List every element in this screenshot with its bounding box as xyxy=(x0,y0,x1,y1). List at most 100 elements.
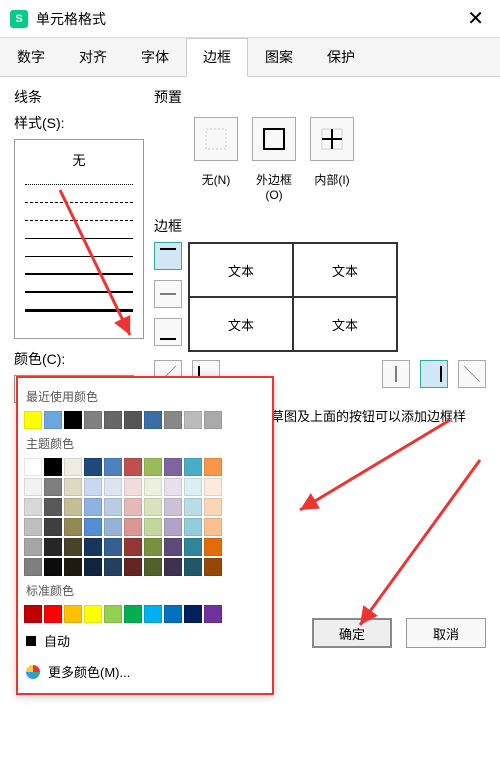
color-swatch[interactable] xyxy=(124,538,142,556)
color-swatch[interactable] xyxy=(184,558,202,576)
border-hmid-button[interactable] xyxy=(154,280,182,308)
color-swatch[interactable] xyxy=(24,498,42,516)
color-swatch[interactable] xyxy=(84,478,102,496)
color-swatch[interactable] xyxy=(124,478,142,496)
tab-font[interactable]: 字体 xyxy=(124,38,186,76)
color-swatch[interactable] xyxy=(24,411,42,429)
tab-align[interactable]: 对齐 xyxy=(62,38,124,76)
color-swatch[interactable] xyxy=(84,458,102,476)
color-swatch[interactable] xyxy=(144,518,162,536)
color-swatch[interactable] xyxy=(164,605,182,623)
ok-button[interactable]: 确定 xyxy=(312,618,392,648)
color-swatch[interactable] xyxy=(24,518,42,536)
color-swatch[interactable] xyxy=(64,478,82,496)
border-diag2-button[interactable] xyxy=(458,360,486,388)
color-swatch[interactable] xyxy=(204,518,222,536)
color-swatch[interactable] xyxy=(124,518,142,536)
color-swatch[interactable] xyxy=(84,538,102,556)
color-swatch[interactable] xyxy=(184,538,202,556)
color-swatch[interactable] xyxy=(64,605,82,623)
color-swatch[interactable] xyxy=(204,498,222,516)
color-swatch[interactable] xyxy=(204,558,222,576)
color-swatch[interactable] xyxy=(64,518,82,536)
color-swatch[interactable] xyxy=(64,458,82,476)
style-line-item[interactable] xyxy=(19,284,139,300)
close-button[interactable]: ✕ xyxy=(461,6,490,31)
color-swatch[interactable] xyxy=(24,605,42,623)
color-swatch[interactable] xyxy=(64,558,82,576)
style-none[interactable]: 无 xyxy=(19,144,139,174)
color-swatch[interactable] xyxy=(84,411,102,429)
more-colors-item[interactable]: 更多颜色(M)... xyxy=(24,656,266,687)
color-swatch[interactable] xyxy=(64,538,82,556)
color-swatch[interactable] xyxy=(164,411,182,429)
color-swatch[interactable] xyxy=(164,558,182,576)
auto-color-item[interactable]: 自动 xyxy=(24,625,266,656)
border-right-button[interactable] xyxy=(420,360,448,388)
color-swatch[interactable] xyxy=(124,605,142,623)
color-swatch[interactable] xyxy=(184,478,202,496)
color-swatch[interactable] xyxy=(44,478,62,496)
color-swatch[interactable] xyxy=(144,538,162,556)
color-swatch[interactable] xyxy=(124,458,142,476)
color-swatch[interactable] xyxy=(144,458,162,476)
color-swatch[interactable] xyxy=(24,458,42,476)
border-top-button[interactable] xyxy=(154,242,182,270)
color-swatch[interactable] xyxy=(104,518,122,536)
color-swatch[interactable] xyxy=(184,458,202,476)
color-swatch[interactable] xyxy=(184,498,202,516)
color-swatch[interactable] xyxy=(84,605,102,623)
color-swatch[interactable] xyxy=(64,411,82,429)
color-swatch[interactable] xyxy=(144,558,162,576)
style-line-item[interactable] xyxy=(19,302,139,318)
color-swatch[interactable] xyxy=(184,518,202,536)
tab-number[interactable]: 数字 xyxy=(0,38,62,76)
line-style-list[interactable]: 无 xyxy=(14,139,144,339)
color-swatch[interactable] xyxy=(44,518,62,536)
color-swatch[interactable] xyxy=(204,478,222,496)
color-swatch[interactable] xyxy=(24,558,42,576)
border-bottom-button[interactable] xyxy=(154,318,182,346)
color-swatch[interactable] xyxy=(144,498,162,516)
color-swatch[interactable] xyxy=(164,498,182,516)
color-swatch[interactable] xyxy=(164,478,182,496)
color-swatch[interactable] xyxy=(164,538,182,556)
border-preview[interactable]: 文本 文本 文本 文本 xyxy=(188,242,398,352)
color-swatch[interactable] xyxy=(84,498,102,516)
style-line-item[interactable] xyxy=(19,194,139,210)
tab-pattern[interactable]: 图案 xyxy=(248,38,310,76)
color-swatch[interactable] xyxy=(104,558,122,576)
color-swatch[interactable] xyxy=(44,605,62,623)
cancel-button[interactable]: 取消 xyxy=(406,618,486,648)
color-swatch[interactable] xyxy=(124,411,142,429)
color-swatch[interactable] xyxy=(44,538,62,556)
border-vmid-button[interactable] xyxy=(382,360,410,388)
color-swatch[interactable] xyxy=(164,518,182,536)
tab-protect[interactable]: 保护 xyxy=(310,38,372,76)
color-swatch[interactable] xyxy=(104,478,122,496)
color-swatch[interactable] xyxy=(84,518,102,536)
color-swatch[interactable] xyxy=(204,458,222,476)
color-swatch[interactable] xyxy=(44,558,62,576)
color-swatch[interactable] xyxy=(24,538,42,556)
color-swatch[interactable] xyxy=(184,605,202,623)
style-line-item[interactable] xyxy=(19,266,139,282)
color-swatch[interactable] xyxy=(44,498,62,516)
color-swatch[interactable] xyxy=(104,538,122,556)
color-swatch[interactable] xyxy=(104,605,122,623)
color-swatch[interactable] xyxy=(164,458,182,476)
style-line-item[interactable] xyxy=(19,212,139,228)
style-line-item[interactable] xyxy=(19,248,139,264)
color-swatch[interactable] xyxy=(84,558,102,576)
color-swatch[interactable] xyxy=(204,605,222,623)
color-swatch[interactable] xyxy=(104,411,122,429)
color-swatch[interactable] xyxy=(184,411,202,429)
preset-outer-button[interactable] xyxy=(252,117,296,161)
color-swatch[interactable] xyxy=(44,411,62,429)
color-swatch[interactable] xyxy=(144,478,162,496)
color-swatch[interactable] xyxy=(24,478,42,496)
color-swatch[interactable] xyxy=(44,458,62,476)
color-swatch[interactable] xyxy=(104,458,122,476)
preset-none-button[interactable] xyxy=(194,117,238,161)
color-swatch[interactable] xyxy=(144,411,162,429)
